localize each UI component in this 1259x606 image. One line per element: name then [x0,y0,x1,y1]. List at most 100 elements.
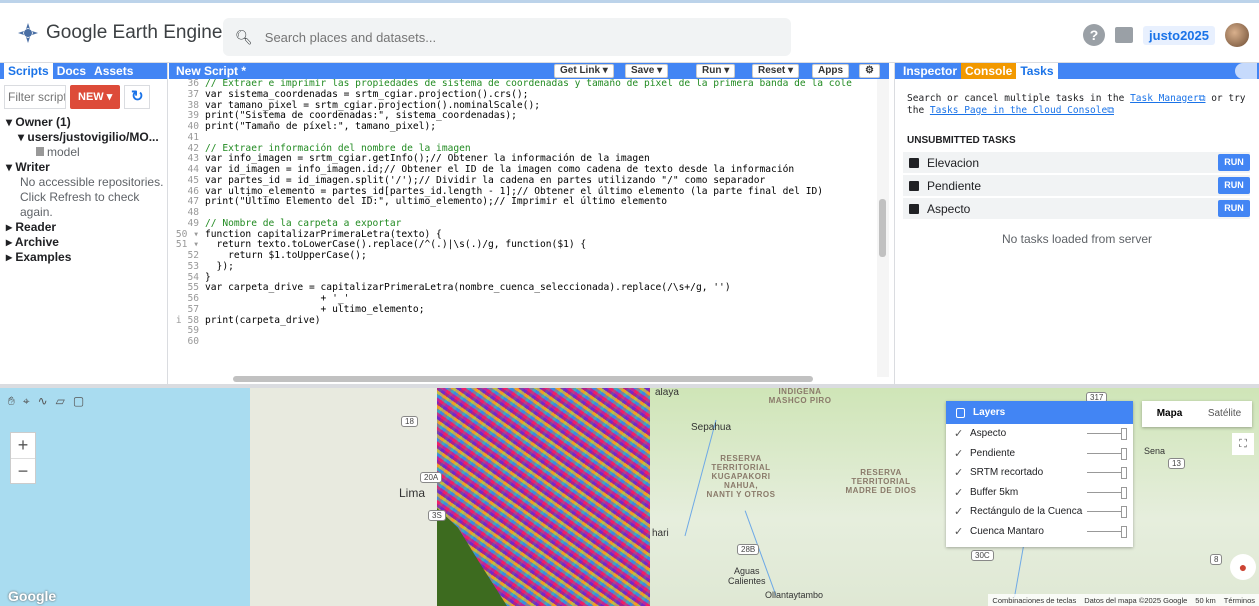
code-text: var partes_id = id_imagen.split('/');// … [205,174,766,186]
tab-tasks[interactable]: Tasks [1016,63,1058,79]
layers-header[interactable]: Layers [946,401,1133,424]
layer-row[interactable]: ✓ Cuenca Mantaro [946,522,1133,542]
app-title: Google Earth Engine [46,22,223,43]
zoom-in-button[interactable]: + [11,433,35,458]
run-task-button[interactable]: RUN [1218,200,1250,217]
zoom-out-button[interactable]: − [11,458,35,483]
user-corner-icon[interactable] [1235,63,1257,79]
tree-repo[interactable]: ▾ users/justovigilio/MO... [6,130,167,145]
avatar[interactable] [1225,23,1249,47]
code-line[interactable]: 41 [169,132,879,144]
code-line[interactable]: 52 return $1.toUpperCase(); [169,250,879,262]
tasks-body: Search or cancel multiple tasks in the T… [895,79,1259,245]
tree-script-model[interactable]: model [6,145,167,160]
run-button[interactable]: Run ▾ [696,64,736,78]
hscroll-thumb[interactable] [233,376,813,382]
polygon-draw-icon[interactable]: ▱ [56,394,65,409]
task-name: Aspecto [927,201,971,216]
gee-logo[interactable]: Google Earth Engine [16,21,222,45]
opacity-slider[interactable] [1087,428,1127,440]
run-task-button[interactable]: RUN [1218,177,1250,194]
code-line[interactable]: 49 // Nombre de la carpeta a exportar [169,217,879,230]
feedback-icon[interactable] [1115,27,1134,43]
map-type-satellite[interactable]: Satélite [1197,401,1252,427]
tree-examples[interactable]: ▸ Examples [6,250,167,265]
opacity-slider[interactable] [1087,506,1127,518]
checkmark-icon[interactable]: ✓ [954,505,964,518]
line-number: 57 [187,303,199,315]
code-area[interactable]: 36// Extraer e imprimir las propiedades … [169,79,879,375]
tree-writer[interactable]: ▾ Writer [6,160,167,175]
code-line[interactable]: 53 }); [169,261,879,273]
opacity-slider[interactable] [1087,447,1127,460]
map-view[interactable]: INDIGENA MASHCO PIRO RESERVA TERRITORIAL… [0,388,1259,606]
tab-inspector[interactable]: Inspector [899,63,961,79]
layer-name: Rectángulo de la Cuenca [970,506,1083,518]
code-line[interactable]: 59 [169,325,879,337]
tab-console[interactable]: Console [961,63,1017,79]
run-task-button[interactable]: RUN [1218,154,1250,171]
tree-archive[interactable]: ▸ Archive [6,235,167,250]
reset-button[interactable]: Reset ▾ [752,64,800,78]
label-aguas-calientes: Aguas Calientes [728,566,766,586]
code-line[interactable]: 45 var partes_id = id_imagen.split('/');/… [169,174,879,187]
tree-reader[interactable]: ▸ Reader [6,220,167,235]
code-line[interactable]: i 58 print(carpeta_drive) [169,315,879,327]
hand-icon[interactable]: ✋︎ [8,394,15,409]
code-line[interactable]: 37 var sistema_coordenadas = srtm_cgiar.p… [169,89,879,101]
save-button[interactable]: Save ▾ [625,64,669,78]
layer-row[interactable]: ✓ Buffer 5km [946,483,1133,503]
get-link-button[interactable]: Get Link ▾ [554,64,614,78]
checkmark-icon[interactable]: ✓ [954,466,964,479]
opacity-slider[interactable] [1087,525,1127,538]
map-attribution: Combinaciones de teclas Datos del mapa ©… [988,594,1259,606]
editor-vertical-scrollbar[interactable] [877,79,889,377]
code-text: // Nombre de la carpeta a exportar [205,217,402,229]
search-input[interactable] [264,29,765,45]
editor-toolbar: New Script * Get Link ▾ Save ▾ Run ▾ Res… [169,63,889,79]
tree-owner[interactable]: ▾ Owner (1) [6,115,167,130]
user-menu[interactable]: justo2025 [1143,25,1215,45]
apps-button[interactable]: Apps [812,64,849,78]
checkmark-icon[interactable]: ✓ [954,486,964,499]
task-manager-link[interactable]: Task Manager⧉ [1130,93,1205,104]
layer-row[interactable]: ✓ Aspecto [946,424,1133,444]
code-text: print("Último Elemento del ID:", ultimo_… [205,196,668,208]
line-draw-icon[interactable]: ∿ [38,394,48,409]
tab-docs[interactable]: Docs [53,63,90,79]
task-row: Elevacion RUN [903,152,1250,173]
code-line[interactable]: 57 + ultimo_elemento; [169,303,879,316]
checkmark-icon[interactable]: ✓ [954,427,964,440]
filter-scripts-input[interactable] [4,85,66,109]
pegman-icon[interactable]: ● [1230,554,1256,580]
code-line[interactable]: 40 print("Tamaño de píxel:", tamano_pixel… [169,121,879,133]
checkmark-icon[interactable]: ✓ [954,525,964,538]
map-type-map[interactable]: Mapa [1142,401,1197,427]
line-number: 49 [187,217,199,229]
tab-assets[interactable]: Assets [90,63,137,79]
layer-row[interactable]: ✓ Rectángulo de la Cuenca [946,502,1133,522]
checkmark-icon[interactable]: ✓ [954,447,964,460]
terms-link[interactable]: Términos [1224,596,1255,605]
scroll-thumb[interactable] [879,199,886,257]
layer-row[interactable]: ✓ SRTM recortado [946,463,1133,483]
keyboard-shortcuts-link[interactable]: Combinaciones de teclas [992,596,1076,605]
tab-scripts[interactable]: Scripts [4,63,53,79]
layer-row[interactable]: ✓ Pendiente [946,444,1133,464]
google-logo: Google [8,588,57,604]
settings-icon[interactable]: ⚙ [859,64,880,78]
tasks-panel: Inspector Console Tasks Search or cancel… [894,63,1259,385]
fullscreen-icon[interactable]: ⛶ [1232,433,1254,455]
rectangle-draw-icon[interactable]: ▢ [73,394,84,409]
opacity-slider[interactable] [1087,486,1127,499]
new-script-button[interactable]: NEW ▾ [70,85,121,109]
editor-horizontal-scrollbar[interactable] [225,375,865,383]
point-marker-icon[interactable]: ⌖ [23,394,30,409]
refresh-icon[interactable]: ↻ [124,85,151,109]
search-box[interactable]: 🔍︎ [223,18,791,56]
opacity-slider[interactable] [1087,467,1127,479]
code-line[interactable]: 60 [169,336,879,348]
help-icon[interactable]: ? [1083,24,1106,46]
tasks-page-link[interactable]: Tasks Page in the Cloud Console⧉ [930,105,1114,116]
code-line[interactable]: 47 print("Último Elemento del ID:", ultim… [169,196,879,208]
